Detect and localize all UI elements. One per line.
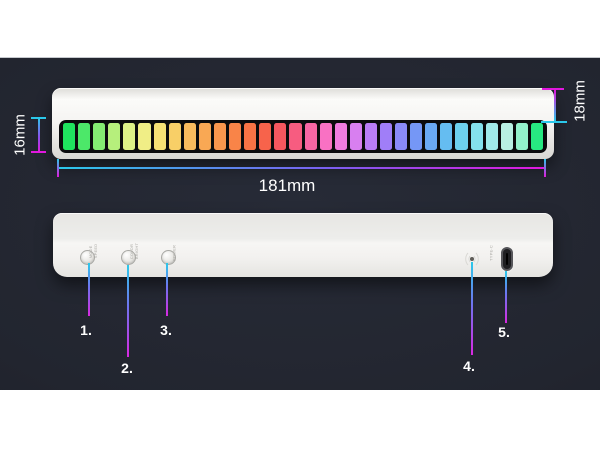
leader-line-1	[88, 263, 90, 316]
width-dimension-line	[58, 167, 546, 169]
callout-3: 3.	[160, 322, 172, 338]
width-dimension-label: 181mm	[259, 176, 316, 196]
led-segment	[184, 123, 196, 150]
depth-dimension-label: 18mm	[572, 80, 589, 122]
usb-c-port	[501, 247, 513, 271]
led-segment	[425, 123, 437, 150]
power-engraving: POWER	[171, 245, 176, 261]
led-segment	[365, 123, 377, 150]
leader-line-4	[471, 262, 473, 355]
depth-dimension-tick-top	[542, 88, 564, 90]
led-segment	[350, 123, 362, 150]
led-segment	[274, 123, 286, 150]
led-segment	[380, 123, 392, 150]
depth-dimension-line	[554, 90, 556, 121]
led-segment	[531, 123, 543, 150]
leader-line-2	[127, 265, 129, 357]
led-segment	[501, 123, 513, 150]
led-segment	[455, 123, 467, 150]
height-dimension-tick-bottom	[31, 151, 46, 153]
leader-line-5	[505, 271, 507, 323]
led-segment	[123, 123, 135, 150]
height-dimension-label: 16mm	[12, 114, 29, 156]
led-segment	[410, 123, 422, 150]
led-segment	[259, 123, 271, 150]
width-dimension-tick-right	[544, 159, 546, 177]
led-segment	[395, 123, 407, 150]
width-dimension-tick-left	[57, 159, 59, 177]
led-segment	[93, 123, 105, 150]
led-segment	[138, 123, 150, 150]
leader-line-3	[166, 263, 168, 316]
led-segment	[154, 123, 166, 150]
white-margin-top	[0, 0, 600, 58]
callout-5: 5.	[498, 324, 510, 340]
led-segment	[516, 123, 528, 150]
light-bar-front-view	[52, 88, 554, 159]
led-segment	[169, 123, 181, 150]
led-segment	[244, 123, 256, 150]
led-segment	[63, 123, 75, 150]
callout-4: 4.	[463, 358, 475, 374]
white-margin-bottom	[0, 390, 600, 450]
led-window	[59, 120, 547, 153]
led-segment	[320, 123, 332, 150]
port-engraving: TYPE-C	[488, 245, 493, 261]
led-segment	[78, 123, 90, 150]
led-segment	[214, 123, 226, 150]
led-segment	[305, 123, 317, 150]
led-segment	[486, 123, 498, 150]
usb-c-slot	[506, 253, 508, 265]
led-segment	[440, 123, 452, 150]
led-segment	[199, 123, 211, 150]
led-segment	[471, 123, 483, 150]
height-dimension-line	[38, 118, 40, 152]
height-dimension-tick-top	[31, 117, 46, 119]
depth-dimension-tick-bottom	[541, 121, 567, 123]
mode-speed-engraving: MODESPEED	[88, 244, 98, 259]
color-bright-engraving: COLORBRIGHT	[129, 243, 139, 259]
led-segment	[229, 123, 241, 150]
product-annotation-image: 16mm 18mm 181mm MODESPEED COLORBRIGHT PO…	[0, 0, 600, 450]
led-segment	[108, 123, 120, 150]
led-segment	[289, 123, 301, 150]
led-segment	[335, 123, 347, 150]
callout-2: 2.	[121, 360, 133, 376]
callout-1: 1.	[80, 322, 92, 338]
